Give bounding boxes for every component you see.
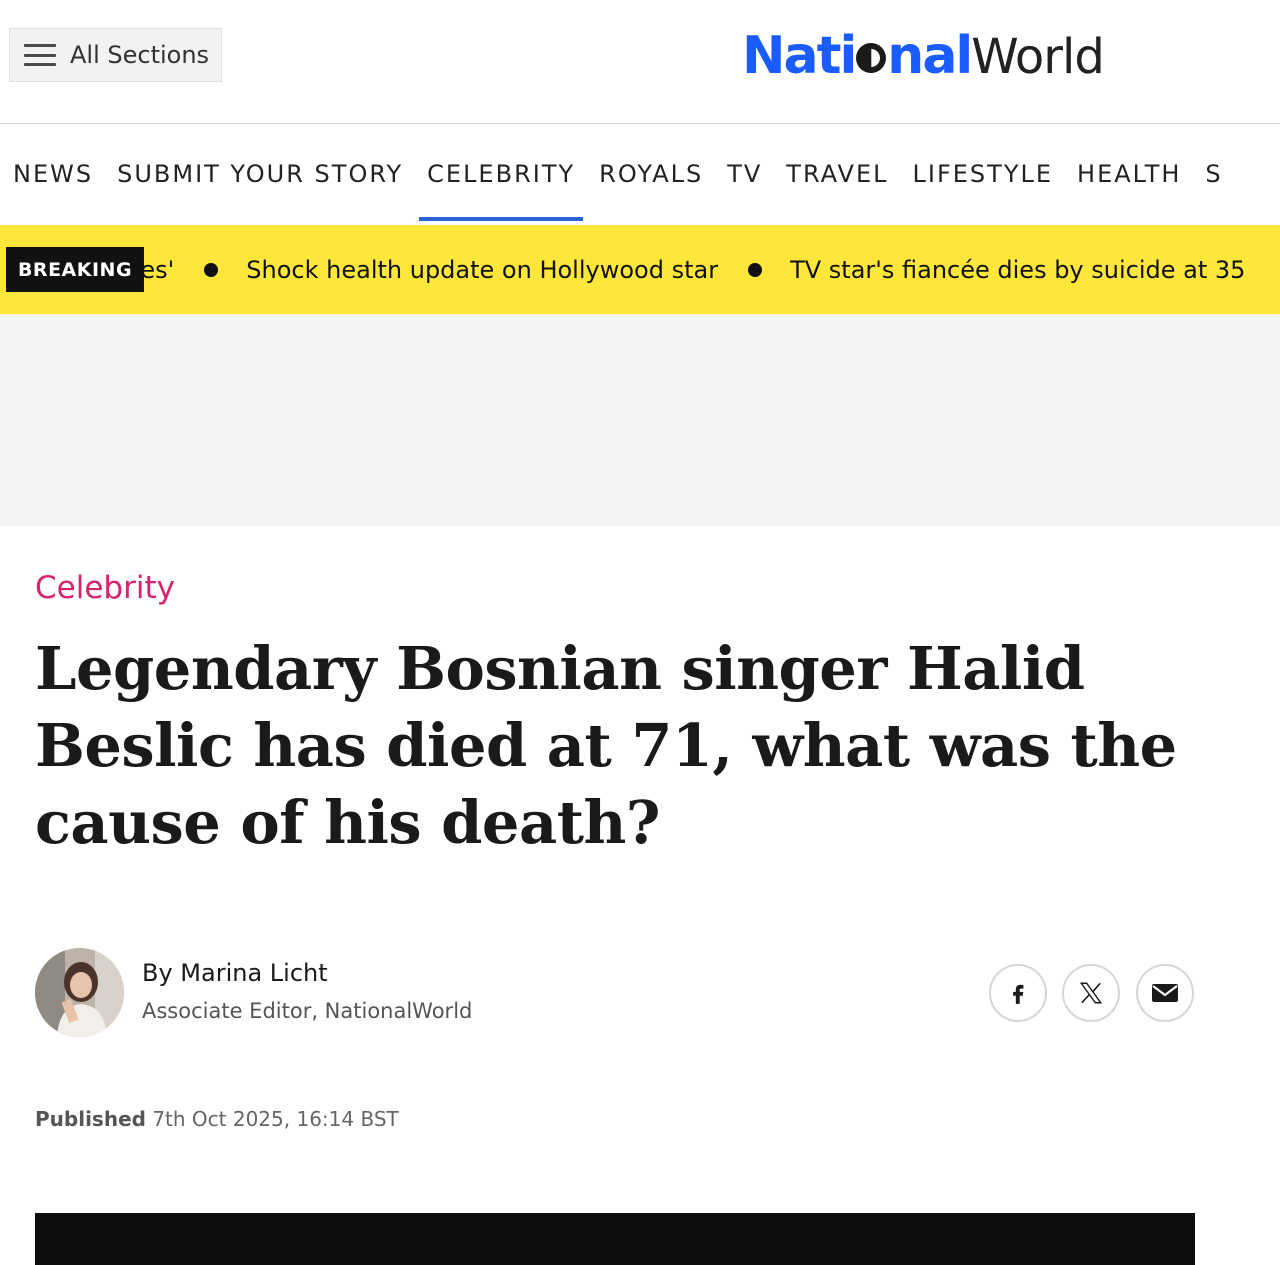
nav-item-truncated[interactable]: S xyxy=(1197,125,1230,223)
logo-national-text-post: nal xyxy=(887,26,973,86)
author-name[interactable]: By Marina Licht xyxy=(142,959,328,987)
logo-o-mark xyxy=(856,43,887,73)
bullet-icon xyxy=(204,262,219,277)
nav-item-health[interactable]: HEALTH xyxy=(1069,125,1189,223)
nav-item-news[interactable]: NEWS xyxy=(0,125,101,223)
nav-item-lifestyle[interactable]: LIFESTYLE xyxy=(905,125,1062,223)
ticker-item[interactable]: TV star's fiancée dies by suicide at 35 xyxy=(790,256,1245,284)
hamburger-icon xyxy=(24,44,56,66)
published-date: 7th Oct 2025, 16:14 BST xyxy=(152,1107,399,1131)
article-headline: Legendary Bosnian singer Halid Beslic ha… xyxy=(35,634,1177,857)
site-header: All Sections Nati nal World xyxy=(0,0,1280,124)
ad-placeholder xyxy=(0,314,1280,526)
mail-icon xyxy=(1152,984,1178,1002)
main-nav: NEWS SUBMIT YOUR STORY CELEBRITY ROYALS … xyxy=(0,125,1280,223)
x-icon xyxy=(1079,982,1103,1004)
all-sections-button[interactable]: All Sections xyxy=(9,28,222,82)
logo-world-text: World xyxy=(971,29,1105,85)
nav-item-travel[interactable]: TRAVEL xyxy=(778,125,896,223)
breaking-news-bar: BREAKING nces' Shock health update on Ho… xyxy=(0,225,1280,314)
share-email-button[interactable] xyxy=(1136,964,1194,1022)
ticker-item[interactable]: nces' xyxy=(144,256,174,284)
ticker-item[interactable]: Shock health update on Hollywood star xyxy=(246,256,718,284)
facebook-icon xyxy=(1013,984,1024,1004)
nav-item-celebrity[interactable]: CELEBRITY xyxy=(419,125,584,223)
bullet-icon xyxy=(748,262,763,277)
nationalworld-logo[interactable]: Nati nal World xyxy=(742,26,1105,90)
published-info: Published 7th Oct 2025, 16:14 BST xyxy=(35,1107,399,1131)
nav-item-royals[interactable]: ROYALS xyxy=(591,125,711,223)
published-label: Published xyxy=(35,1107,146,1131)
author-avatar[interactable] xyxy=(35,948,124,1037)
logo-national-text-pre: Nati xyxy=(742,26,857,86)
breaking-ticker: nces' Shock health update on Hollywood s… xyxy=(144,225,1280,314)
breaking-badge: BREAKING xyxy=(6,247,144,292)
author-role: Associate Editor, NationalWorld xyxy=(142,999,473,1023)
article-category[interactable]: Celebrity xyxy=(35,570,175,606)
article-video-player[interactable] xyxy=(35,1213,1195,1265)
nav-item-tv[interactable]: TV xyxy=(719,125,770,223)
nav-item-submit-your-story[interactable]: SUBMIT YOUR STORY xyxy=(109,125,411,223)
all-sections-label: All Sections xyxy=(70,41,210,69)
share-facebook-button[interactable] xyxy=(989,964,1047,1022)
share-x-button[interactable] xyxy=(1062,964,1120,1022)
